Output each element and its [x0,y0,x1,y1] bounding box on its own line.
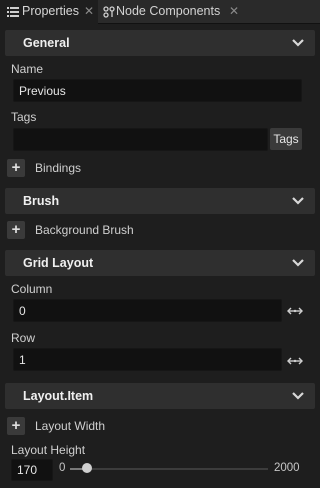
tab-properties[interactable]: Properties ✕ [0,0,98,24]
close-icon[interactable]: ✕ [84,4,94,18]
section-brush-header[interactable]: Brush [5,188,315,214]
section-title: General [23,36,70,50]
drag-value-icon[interactable] [286,356,304,366]
column-value: 0 [19,303,26,318]
name-field[interactable]: Previous [13,79,302,102]
add-layout-width-button[interactable]: + [7,417,25,435]
tab-properties-label: Properties [22,4,79,18]
slider-min-label: 0 [59,462,66,474]
add-binding-button[interactable]: + [7,159,25,177]
chevron-down-icon [292,197,304,205]
row-value: 1 [19,352,26,367]
tags-button[interactable]: Tags [270,128,302,150]
tab-node-components[interactable]: Node Components ✕ [98,0,248,24]
tags-label: Tags [11,110,37,124]
chevron-down-icon [292,392,304,400]
layout-height-label: Layout Height [11,443,86,457]
panel-tab-bar: Properties ✕ Node Components ✕ [0,0,320,24]
name-value: Previous [19,83,66,98]
name-label: Name [11,62,44,76]
row-field[interactable]: 1 [13,348,282,371]
list-icon [7,7,19,17]
section-title: Layout.Item [23,389,94,403]
section-title: Grid Layout [23,256,94,270]
layout-width-label: Layout Width [35,419,106,433]
section-grid-layout-header[interactable]: Grid Layout [5,250,315,276]
chevron-down-icon [292,259,304,267]
close-icon[interactable]: ✕ [229,4,239,18]
tags-field[interactable] [13,128,268,151]
chevron-down-icon [292,39,304,47]
bindings-label: Bindings [35,161,82,175]
tab-node-components-label: Node Components [116,4,221,18]
layout-height-slider-track[interactable] [70,468,268,470]
row-label: Row [11,331,36,345]
background-brush-label: Background Brush [35,223,134,237]
section-title: Brush [23,194,60,208]
layout-height-field[interactable]: 170 [11,459,53,481]
add-background-brush-button[interactable]: + [7,221,25,239]
nodes-icon [103,6,115,18]
slider-max-label: 2000 [274,462,300,474]
section-layout-item-header[interactable]: Layout.Item [5,383,315,409]
column-label: Column [11,282,53,296]
section-general-header[interactable]: General [5,30,315,56]
drag-value-icon[interactable] [286,306,304,316]
layout-height-value: 170 [17,463,38,477]
layout-height-slider-thumb[interactable] [81,463,92,473]
column-field[interactable]: 0 [13,299,282,322]
